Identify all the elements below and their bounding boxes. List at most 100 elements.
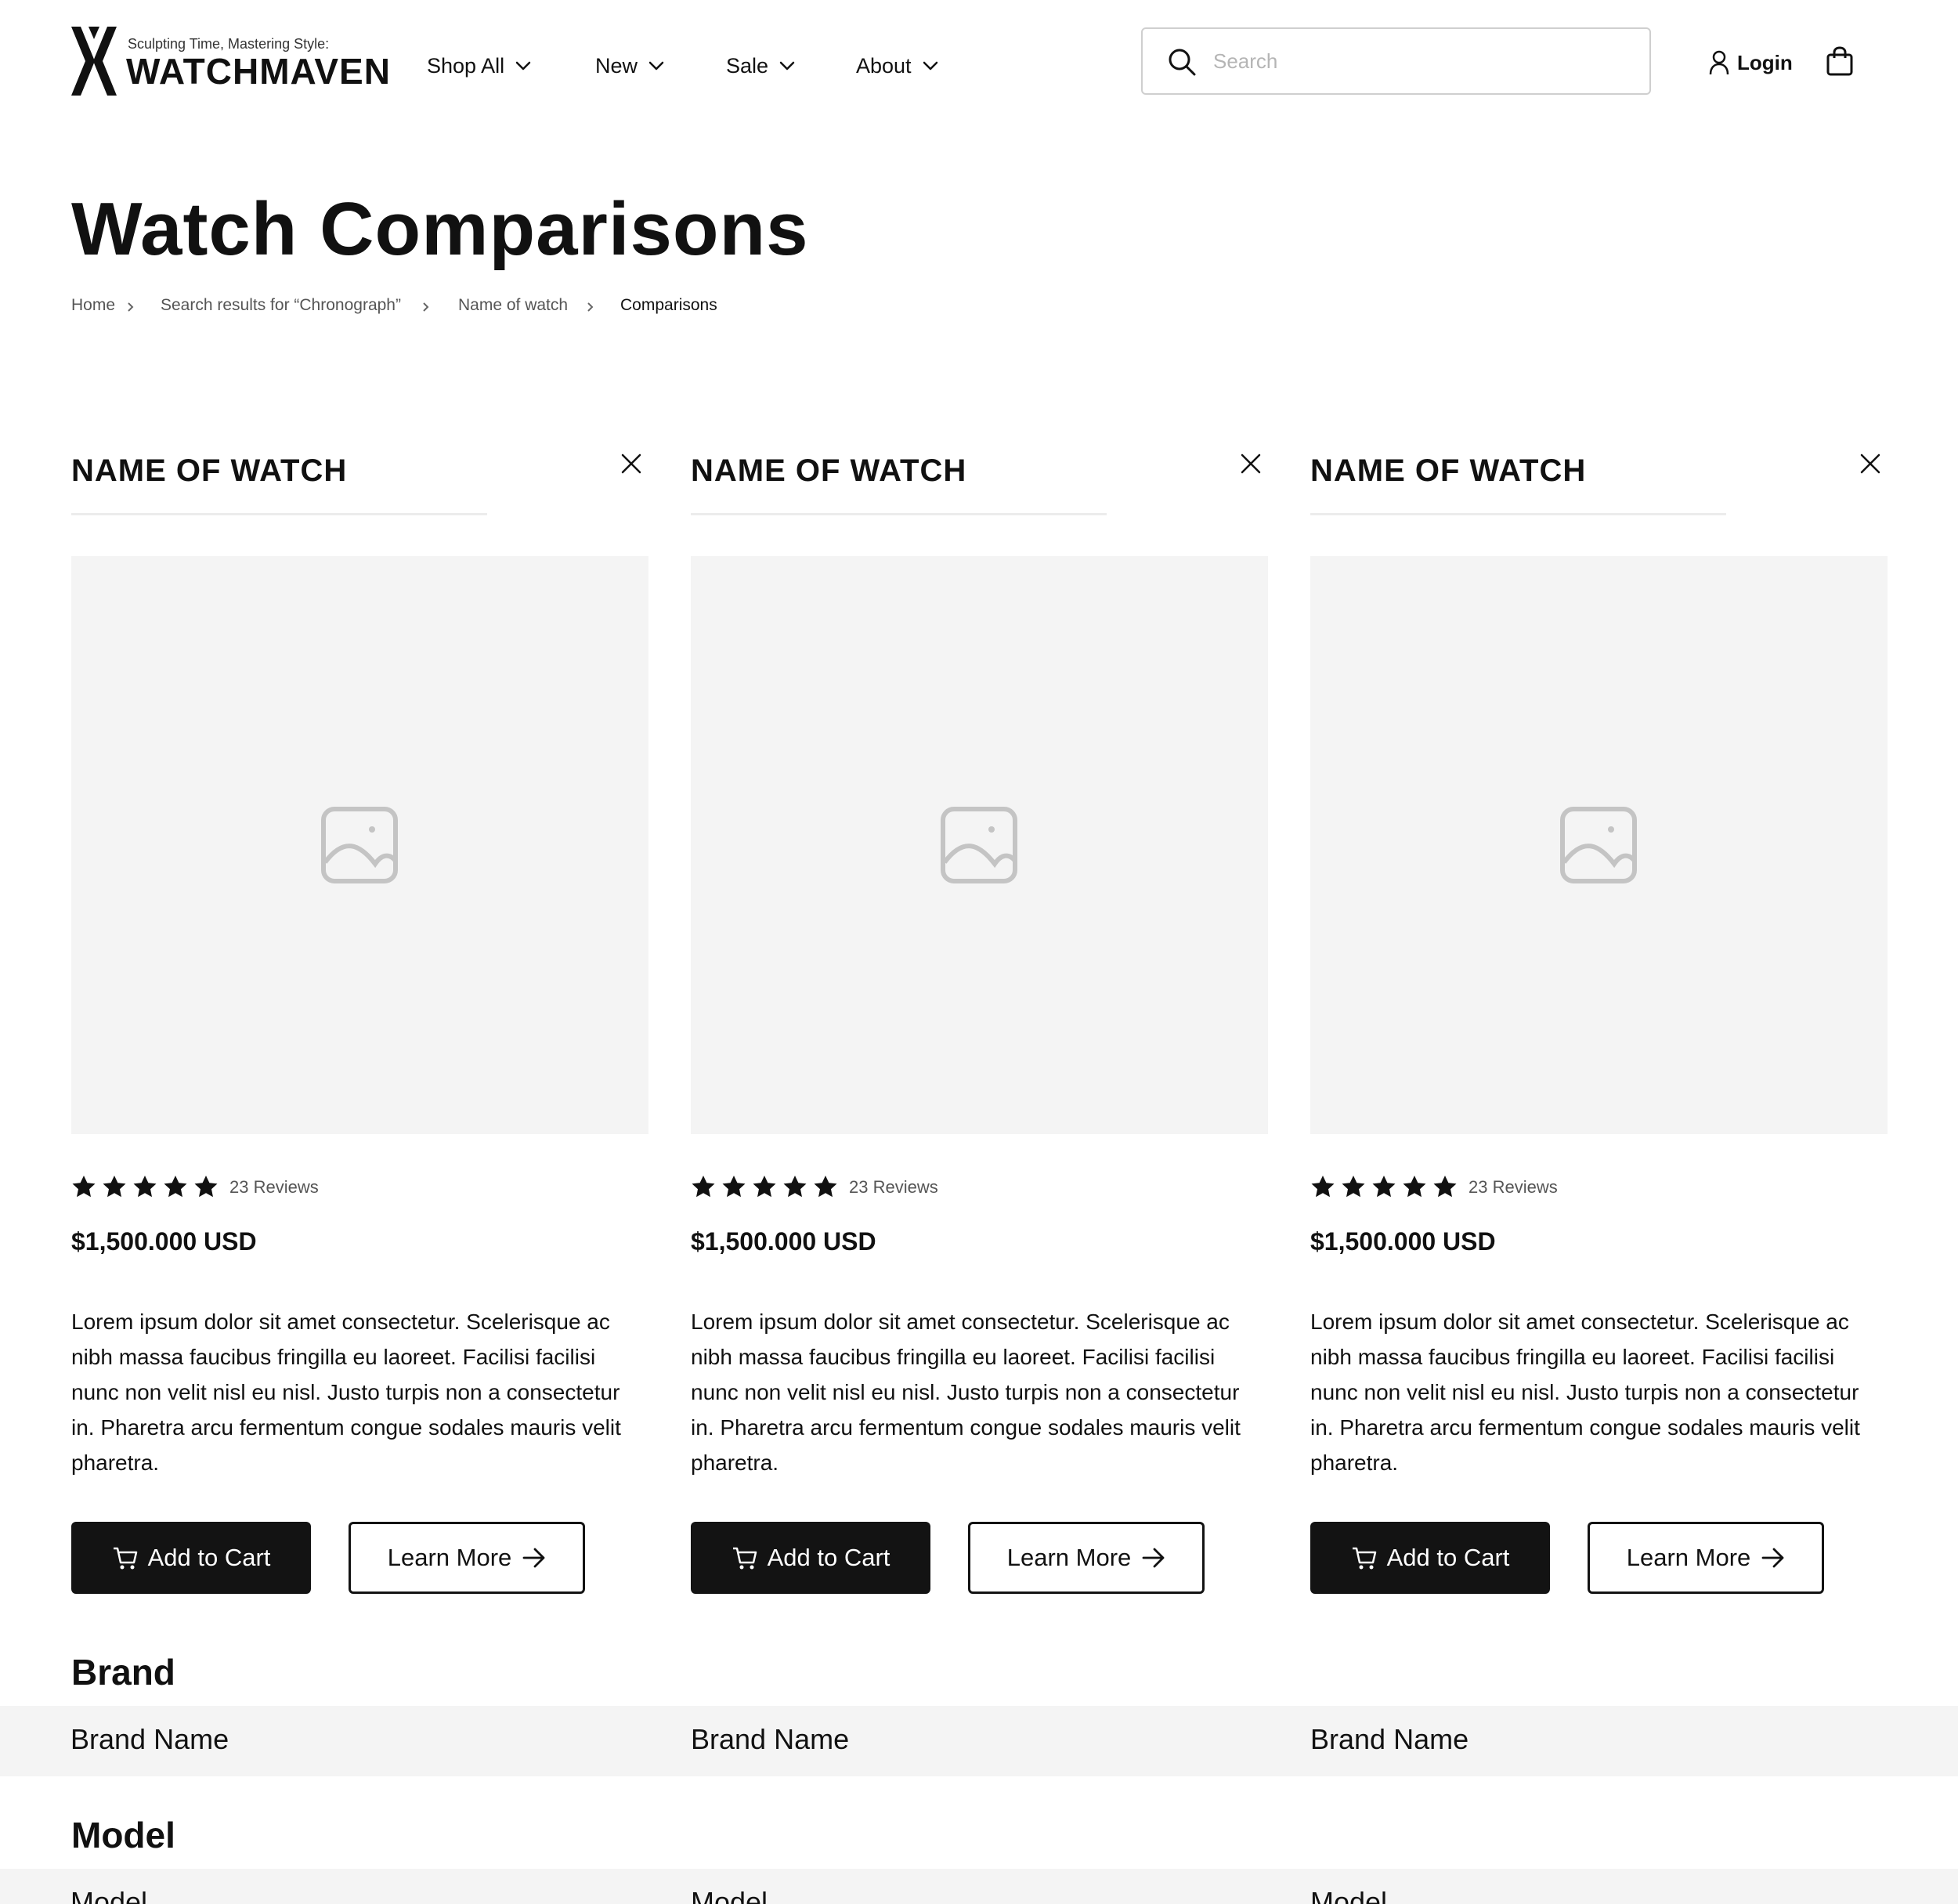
- review-count[interactable]: 23 Reviews: [849, 1177, 938, 1198]
- close-icon[interactable]: [1857, 450, 1884, 477]
- cart-icon: [113, 1547, 137, 1570]
- nav-label: Sale: [726, 53, 769, 78]
- logo-mark-icon: [71, 27, 117, 96]
- spec-cell: Brand Name: [1310, 1723, 1469, 1755]
- close-icon[interactable]: [1237, 450, 1264, 477]
- star-icon: [783, 1176, 807, 1198]
- chevron-down-icon: [779, 61, 795, 70]
- login-label: Login: [1737, 50, 1793, 74]
- arrow-right-icon: [522, 1548, 545, 1568]
- logo[interactable]: Sculpting Time, Mastering Style: WATCHMA…: [71, 27, 390, 97]
- add-to-cart-button[interactable]: Add to Cart: [1310, 1522, 1550, 1594]
- search-box: [1141, 27, 1651, 95]
- product-name: NAME OF WATCH: [691, 453, 967, 488]
- review-count[interactable]: 23 Reviews: [229, 1177, 319, 1198]
- image-placeholder-icon: [1560, 807, 1637, 883]
- learn-more-button[interactable]: Learn More: [968, 1522, 1205, 1594]
- product-image: [1310, 556, 1888, 1134]
- button-label: Add to Cart: [147, 1544, 271, 1571]
- star-icon: [72, 1176, 96, 1198]
- nav-sale[interactable]: Sale: [726, 49, 795, 83]
- add-to-cart-button[interactable]: Add to Cart: [71, 1522, 311, 1594]
- nav-label: Shop All: [427, 53, 505, 78]
- breadcrumb-home[interactable]: Home: [71, 296, 115, 315]
- logo-wordmark: WATCHMAVEN: [126, 51, 391, 92]
- chevron-down-icon: [648, 61, 664, 70]
- product-price: $1,500.000 USD: [1310, 1227, 1496, 1255]
- star-icon: [1403, 1176, 1426, 1198]
- button-label: Learn More: [387, 1544, 512, 1571]
- product-price: $1,500.000 USD: [691, 1227, 876, 1255]
- spec-cell: Brand Name: [70, 1723, 229, 1755]
- nav-label: About: [856, 53, 912, 78]
- spec-cell: Model: [691, 1886, 768, 1904]
- star-icon: [753, 1176, 776, 1198]
- divider: [1310, 513, 1726, 515]
- star-rating: [691, 1172, 844, 1201]
- nav-about[interactable]: About: [856, 49, 938, 83]
- breadcrumb-search-results[interactable]: Search results for “Chronograph”: [161, 296, 401, 315]
- product-image: [691, 556, 1268, 1134]
- product-description: Lorem ipsum dolor sit amet consectetur. …: [71, 1310, 621, 1475]
- shopping-bag-icon[interactable]: [1825, 45, 1855, 77]
- spec-heading-model: Model: [71, 1815, 175, 1855]
- user-icon: [1709, 50, 1729, 75]
- nav-label: New: [595, 53, 638, 78]
- chevron-down-icon: [515, 61, 531, 70]
- star-icon: [1372, 1176, 1396, 1198]
- star-icon: [164, 1176, 187, 1198]
- nav-shop-all[interactable]: Shop All: [427, 49, 531, 83]
- button-label: Learn More: [1626, 1544, 1751, 1571]
- star-icon: [722, 1176, 746, 1198]
- spec-cell: Model: [70, 1886, 148, 1904]
- close-icon[interactable]: [618, 450, 645, 477]
- page-title: Watch Comparisons: [71, 187, 809, 271]
- divider: [71, 513, 487, 515]
- spec-heading-brand: Brand: [71, 1652, 175, 1693]
- star-icon: [103, 1176, 126, 1198]
- product-name: NAME OF WATCH: [1310, 453, 1587, 488]
- site-header: Sculpting Time, Mastering Style: WATCHMA…: [0, 0, 1958, 125]
- chevron-right-icon: [128, 302, 134, 312]
- button-label: Learn More: [1006, 1544, 1132, 1571]
- product-price: $1,500.000 USD: [71, 1227, 257, 1255]
- product-name: NAME OF WATCH: [71, 453, 348, 488]
- breadcrumb-current: Comparisons: [620, 296, 717, 314]
- arrow-right-icon: [1761, 1548, 1784, 1568]
- product-card: NAME OF WATCH 23 Reviews $1,500.000 USD …: [71, 435, 651, 1610]
- image-placeholder-icon: [941, 807, 1017, 883]
- spec-cell: Model: [1310, 1886, 1388, 1904]
- search-icon[interactable]: [1166, 46, 1198, 78]
- cart-icon: [1352, 1547, 1376, 1570]
- product-card: NAME OF WATCH 23 Reviews $1,500.000 USD …: [691, 435, 1270, 1610]
- star-icon: [814, 1176, 837, 1198]
- spec-cell: Brand Name: [691, 1723, 850, 1755]
- star-icon: [1433, 1176, 1457, 1198]
- cart-icon: [732, 1547, 757, 1570]
- product-card: NAME OF WATCH 23 Reviews $1,500.000 USD …: [1310, 435, 1890, 1610]
- learn-more-button[interactable]: Learn More: [349, 1522, 585, 1594]
- arrow-right-icon: [1142, 1548, 1165, 1568]
- star-icon: [194, 1176, 218, 1198]
- image-placeholder-icon: [321, 807, 398, 883]
- learn-more-button[interactable]: Learn More: [1588, 1522, 1824, 1594]
- spec-row-model: Model Model Model: [0, 1869, 1958, 1904]
- product-description: Lorem ipsum dolor sit amet consectetur. …: [1310, 1310, 1860, 1475]
- spec-row-brand: Brand Name Brand Name Brand Name: [0, 1706, 1958, 1776]
- review-count[interactable]: 23 Reviews: [1468, 1177, 1558, 1198]
- breadcrumb-watch[interactable]: Name of watch: [458, 296, 568, 315]
- login-link[interactable]: Login: [1709, 45, 1793, 80]
- search-input[interactable]: [1213, 45, 1628, 78]
- star-icon: [1342, 1176, 1365, 1198]
- divider: [691, 513, 1107, 515]
- star-rating: [71, 1172, 224, 1201]
- chevron-right-icon: [587, 302, 594, 312]
- nav-new[interactable]: New: [595, 49, 664, 83]
- star-icon: [692, 1176, 715, 1198]
- chevron-down-icon: [923, 61, 937, 70]
- product-image: [71, 556, 648, 1134]
- button-label: Add to Cart: [1386, 1544, 1510, 1571]
- star-icon: [1311, 1176, 1335, 1198]
- add-to-cart-button[interactable]: Add to Cart: [691, 1522, 930, 1594]
- star-rating: [1310, 1172, 1463, 1201]
